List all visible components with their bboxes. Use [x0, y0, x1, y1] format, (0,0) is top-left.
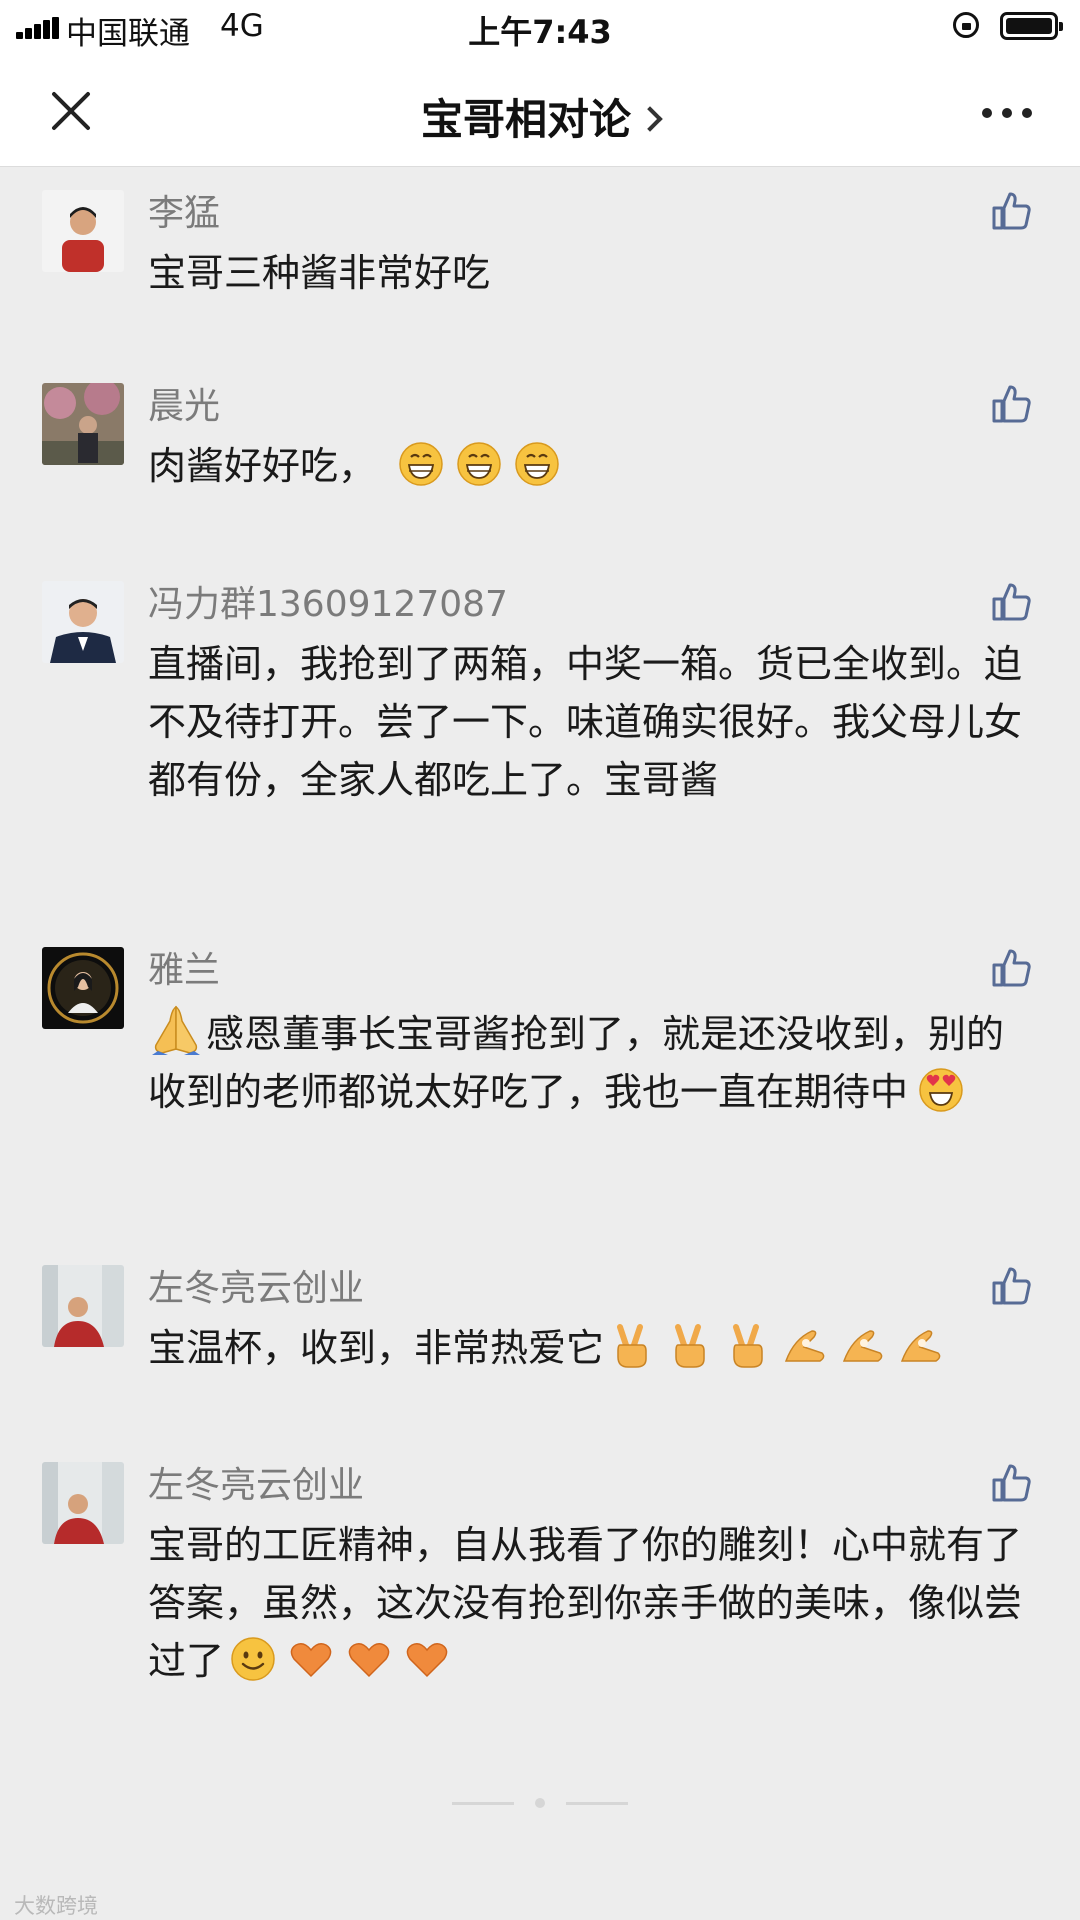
avatar[interactable] — [42, 1462, 124, 1544]
more-options-icon[interactable] — [982, 108, 1032, 118]
commenter-name: 左冬亮云创业 — [148, 1268, 365, 1309]
page-indicator — [0, 1798, 1080, 1808]
page-indicator-bar — [452, 1802, 514, 1805]
page-title-text: 宝哥相对论 — [420, 95, 631, 144]
avatar[interactable] — [42, 581, 124, 663]
heart-emoji — [406, 1643, 448, 1678]
page-title[interactable]: 宝哥相对论 — [0, 86, 1080, 147]
heart-emoji — [348, 1643, 390, 1678]
ok-hand-emoji — [784, 1330, 825, 1362]
thumbs-up-icon[interactable] — [990, 1462, 1032, 1504]
grin-emoji — [457, 442, 501, 486]
thumbs-up-icon[interactable] — [990, 190, 1032, 232]
avatar[interactable] — [42, 383, 124, 465]
watermark: 大数跨境 — [14, 1890, 98, 1920]
comment-text: 感恩董事长宝哥酱抢到了，就是还没收到，别的收到的老师都说太好吃了，我也一直在期待… — [148, 1001, 1028, 1121]
chevron-right-icon — [637, 105, 663, 132]
thumbs-up-icon[interactable] — [990, 581, 1032, 623]
heart-eyes-emoji — [919, 1068, 963, 1112]
victory-hand-emoji — [617, 1324, 647, 1368]
victory-hand-emoji — [733, 1324, 763, 1368]
commenter-name: 左冬亮云创业 — [148, 1465, 365, 1506]
commenter-name: 冯力群13609127087 — [148, 584, 508, 625]
pray-emoji — [152, 1005, 200, 1055]
avatar[interactable] — [42, 947, 124, 1029]
comment-body: 肉酱好好吃， — [148, 444, 377, 488]
page-indicator-dot — [535, 1798, 545, 1808]
watermark-text: 大数跨境 — [14, 1894, 98, 1918]
comment-body: 宝哥的工匠精神，自从我看了你的雕刻！心中就有了答案，虽然，这次没有抢到你亲手做的… — [148, 1523, 1023, 1683]
comment-text: 宝哥的工匠精神，自从我看了你的雕刻！心中就有了答案，虽然，这次没有抢到你亲手做的… — [148, 1516, 1028, 1690]
avatar[interactable] — [42, 190, 124, 272]
thumbs-up-icon[interactable] — [990, 1265, 1032, 1307]
comment-body: 宝温杯，收到，非常热爱它 — [148, 1326, 605, 1370]
comment-text: 直播间，我抢到了两箱，中奖一箱。货已全收到。迫不及待打开。尝了一下。味道确实很好… — [148, 635, 1028, 809]
comment-text: 肉酱好好吃， — [148, 437, 1028, 495]
nav-bar: 宝哥相对论 — [0, 56, 1080, 167]
grin-emoji — [399, 442, 443, 486]
comment-text: 宝哥三种酱非常好吃 — [148, 244, 1028, 302]
commenter-name: 晨光 — [148, 386, 221, 427]
comment-body: 直播间，我抢到了两箱，中奖一箱。货已全收到。迫不及待打开。尝了一下。味道确实很好… — [148, 642, 1023, 802]
thumbs-up-icon[interactable] — [990, 383, 1032, 425]
page-indicator-bar — [566, 1802, 628, 1805]
heart-emoji — [290, 1643, 332, 1678]
grin-emoji — [515, 442, 559, 486]
comment-body: 宝哥三种酱非常好吃 — [148, 251, 491, 295]
comment-body: 感恩董事长宝哥酱抢到了，就是还没收到，别的收到的老师都说太好吃了，我也一直在期待… — [148, 1012, 1005, 1114]
comment-text: 宝温杯，收到，非常热爱它 — [148, 1319, 1028, 1377]
clock: 上午7:43 — [468, 13, 612, 51]
status-bar: 中国联通 4G 上午7:43 — [0, 0, 1080, 56]
smile-emoji — [231, 1637, 275, 1681]
commenter-name: 李猛 — [148, 193, 221, 234]
avatar[interactable] — [42, 1265, 124, 1347]
victory-hand-emoji — [675, 1324, 705, 1368]
commenter-name: 雅兰 — [148, 950, 221, 991]
ok-hand-emoji — [900, 1330, 941, 1362]
rotation-lock-icon — [953, 12, 979, 38]
battery-icon — [1000, 12, 1063, 40]
ok-hand-emoji — [842, 1330, 883, 1362]
thumbs-up-icon[interactable] — [990, 947, 1032, 989]
